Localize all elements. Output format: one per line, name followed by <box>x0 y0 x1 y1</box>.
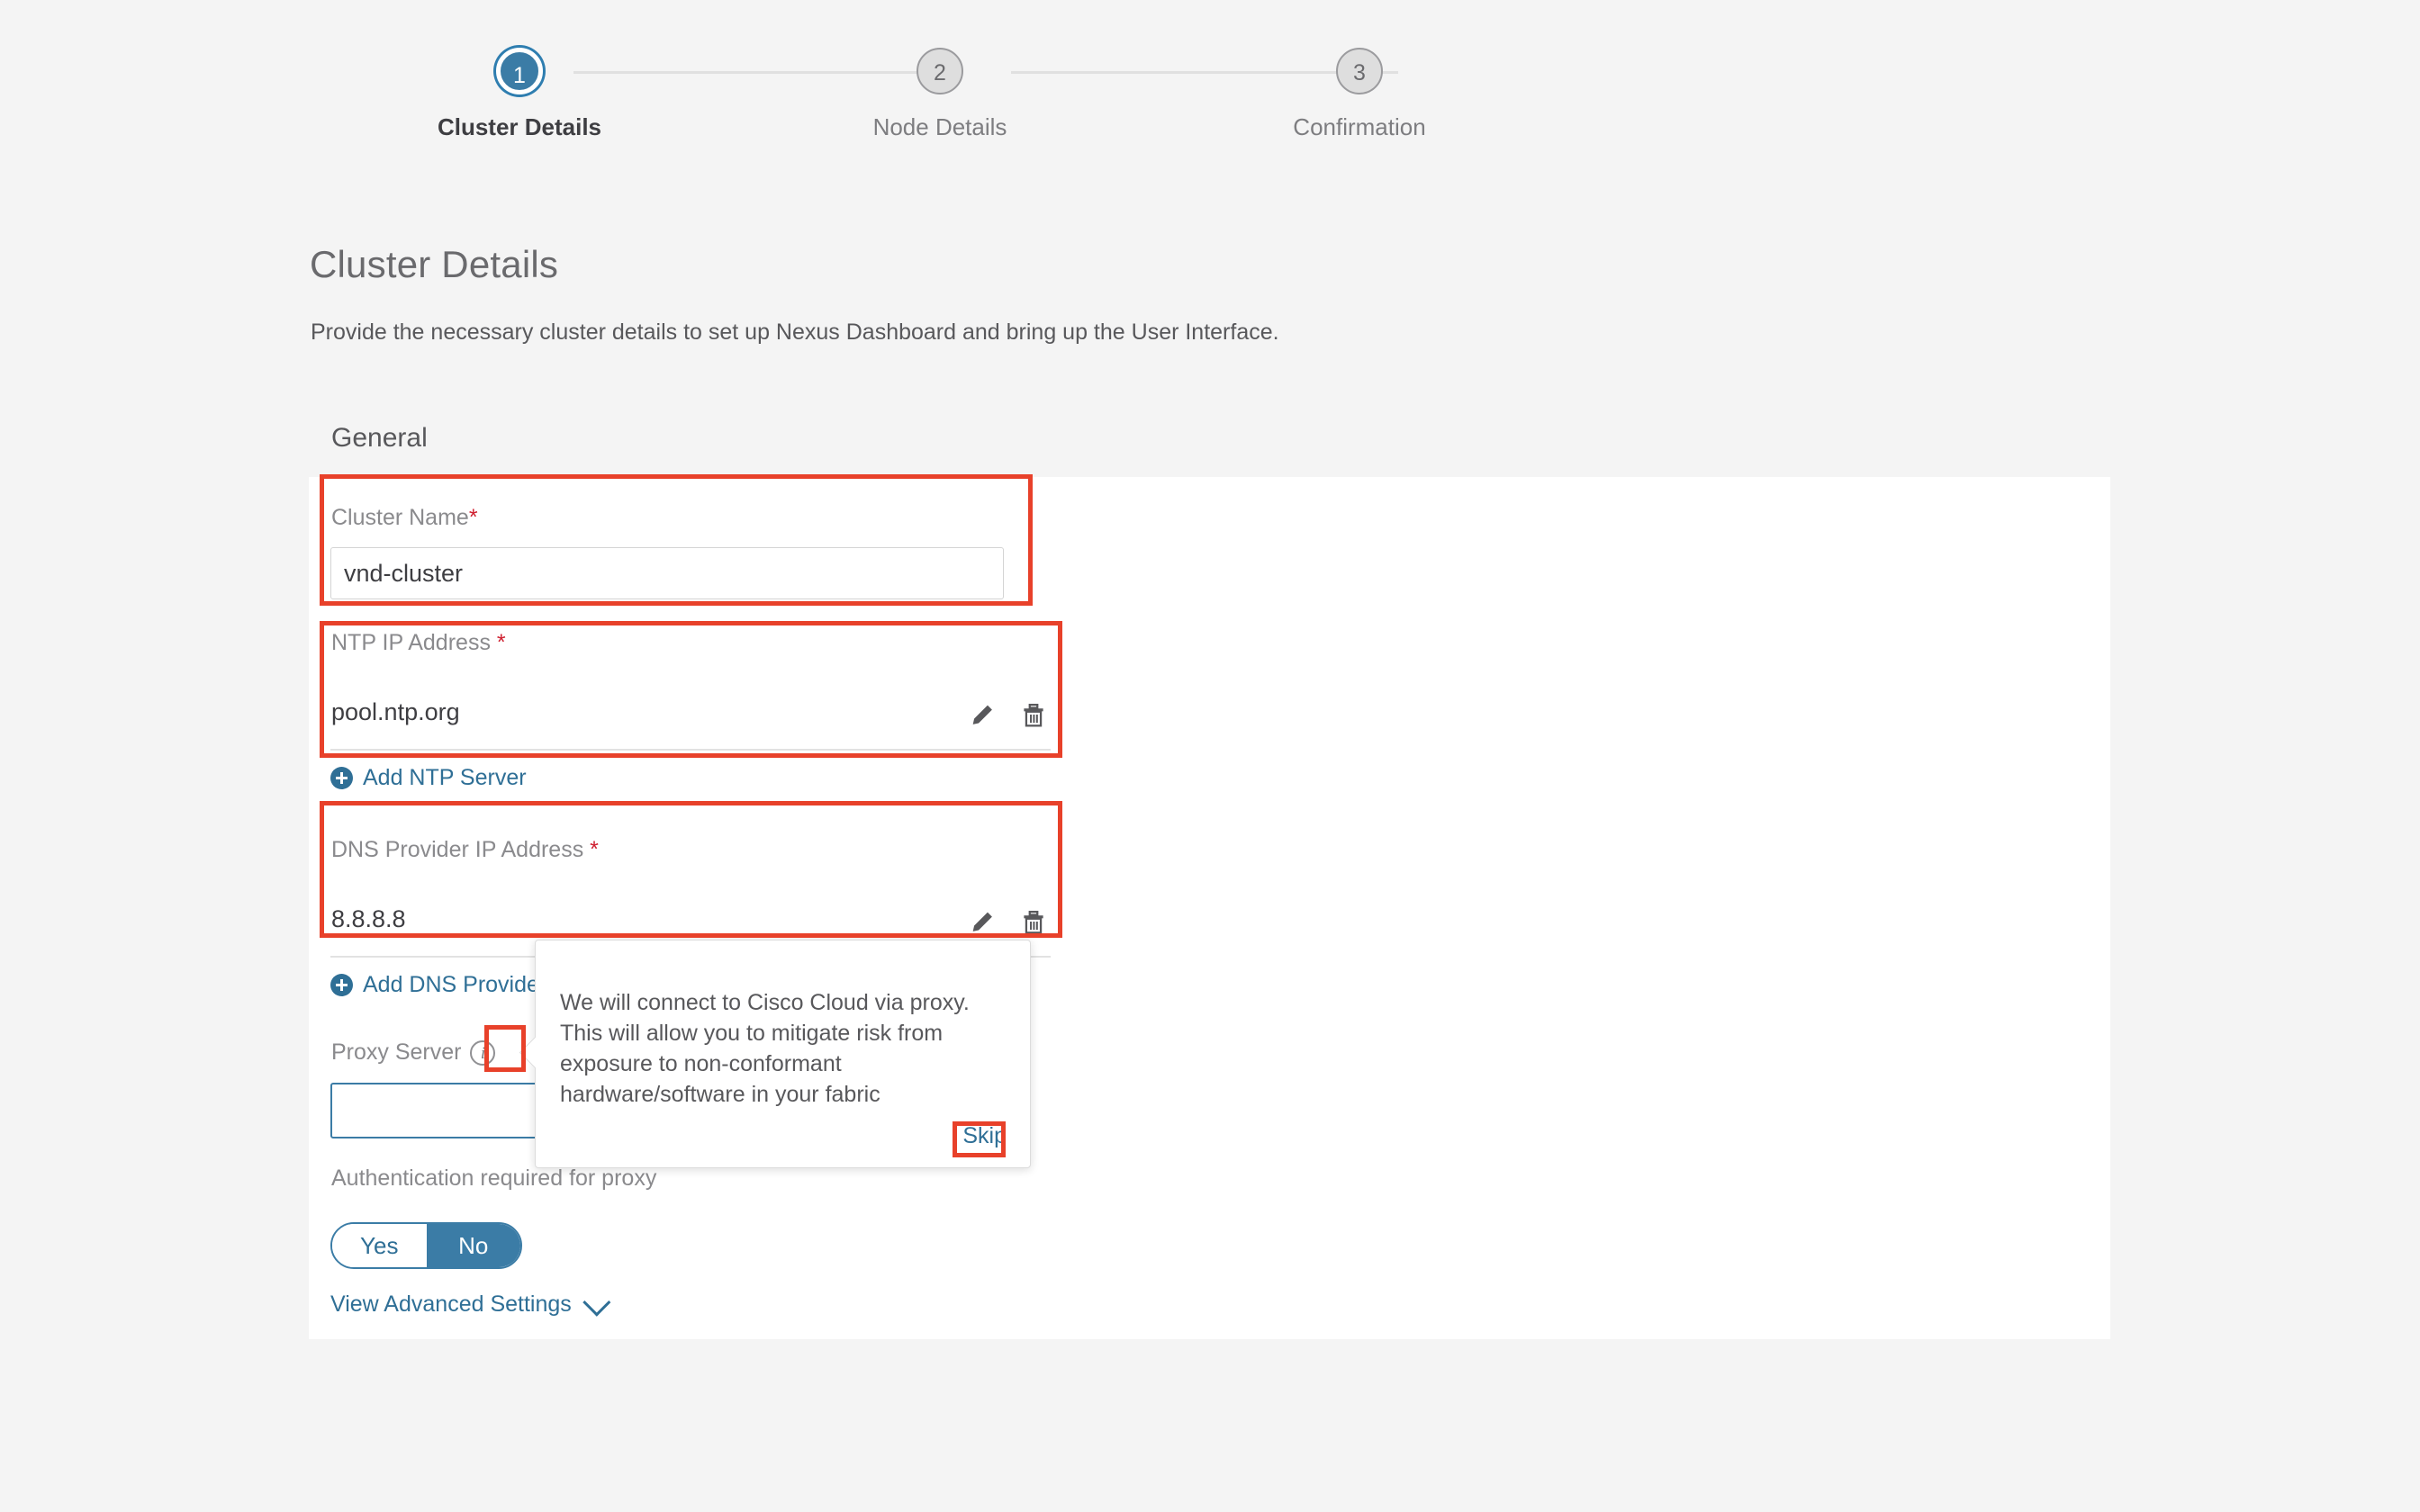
step-2-node-details[interactable]: 2 Node Details <box>805 43 1075 141</box>
step-3-confirmation[interactable]: 3 Confirmation <box>1224 43 1494 141</box>
cluster-name-input[interactable] <box>330 547 1004 599</box>
trash-icon[interactable] <box>1018 700 1049 735</box>
cluster-name-required-asterisk: * <box>468 505 478 530</box>
auth-toggle-option-no[interactable]: No <box>426 1224 520 1267</box>
wizard-stepper: 1 Cluster Details 2 Node Details 3 Confi… <box>0 43 2420 169</box>
stepper-line-1-2 <box>573 71 961 74</box>
proxy-server-label: Proxy Server i <box>331 1040 496 1066</box>
ntp-label-text: NTP IP Address <box>331 630 491 655</box>
section-heading-general: General <box>331 423 428 453</box>
dns-label-text: DNS Provider IP Address <box>331 837 584 862</box>
trash-icon[interactable] <box>1018 907 1049 942</box>
dns-provider-label: DNS Provider IP Address * <box>331 837 599 863</box>
cluster-name-label: Cluster Name* <box>331 505 478 531</box>
pencil-icon-svg <box>972 912 992 932</box>
view-advanced-settings-label: View Advanced Settings <box>330 1292 572 1317</box>
pencil-icon[interactable] <box>968 700 998 735</box>
trash-icon-svg <box>1024 703 1043 727</box>
add-dns-provider-label: Add DNS Provider <box>363 972 547 997</box>
dns-required-asterisk: * <box>590 837 599 862</box>
step-1-cluster-details[interactable]: 1 Cluster Details <box>384 43 655 141</box>
plus-circle-icon <box>330 974 353 996</box>
tooltip-skip-link[interactable]: Skip <box>962 1123 1007 1149</box>
step-2-label: Node Details <box>872 113 1007 140</box>
add-dns-provider-link[interactable]: Add DNS Provider <box>330 972 546 998</box>
step-3-circle[interactable]: 3 <box>1336 48 1383 94</box>
chevron-down-icon <box>582 1288 611 1317</box>
step-2-circle[interactable]: 2 <box>917 48 963 94</box>
ntp-server-value: pool.ntp.org <box>331 698 460 725</box>
general-settings-card: Cluster Name* NTP IP Address * pool.ntp.… <box>309 477 2110 1339</box>
step-3-label: Confirmation <box>1293 113 1426 140</box>
proxy-info-tooltip: We will connect to Cisco Cloud via proxy… <box>519 940 1031 1168</box>
pencil-icon-svg <box>972 705 992 724</box>
tooltip-body-text: We will connect to Cisco Cloud via proxy… <box>560 990 970 1107</box>
ntp-server-row: pool.ntp.org <box>330 693 1051 751</box>
info-circle-icon[interactable]: i <box>470 1040 496 1066</box>
auth-required-toggle[interactable]: Yes No <box>330 1222 522 1269</box>
auth-required-label: Authentication required for proxy <box>331 1166 657 1191</box>
proxy-label-text: Proxy Server <box>331 1040 462 1065</box>
ntp-required-asterisk: * <box>496 630 506 655</box>
page-title: Cluster Details <box>310 243 559 285</box>
trash-icon-svg <box>1024 910 1043 934</box>
add-ntp-server-label: Add NTP Server <box>363 765 527 790</box>
step-1-label: Cluster Details <box>437 113 602 140</box>
pencil-icon[interactable] <box>968 907 998 942</box>
ntp-ip-address-label: NTP IP Address * <box>331 630 506 656</box>
step-1-circle[interactable]: 1 <box>496 48 543 94</box>
dns-provider-value: 8.8.8.8 <box>331 905 406 932</box>
page-subtitle: Provide the necessary cluster details to… <box>311 320 1279 345</box>
view-advanced-settings-link[interactable]: View Advanced Settings <box>330 1288 611 1318</box>
cluster-name-label-text: Cluster Name <box>331 505 469 530</box>
auth-toggle-option-yes[interactable]: Yes <box>332 1224 427 1267</box>
add-ntp-server-link[interactable]: Add NTP Server <box>330 765 527 791</box>
plus-circle-icon <box>330 767 353 789</box>
